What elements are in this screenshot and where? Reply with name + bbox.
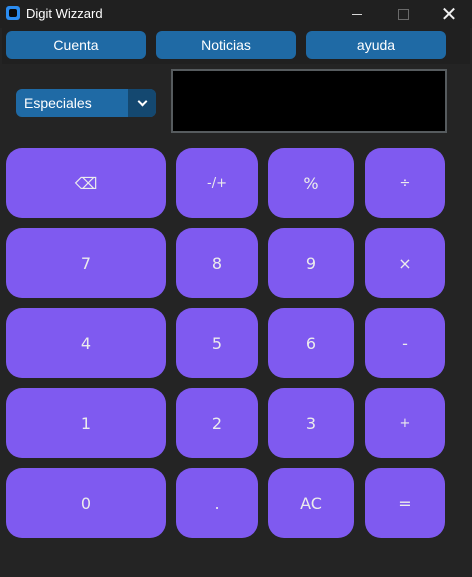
digit-6-key[interactable]: 6	[268, 308, 354, 378]
news-button[interactable]: Noticias	[156, 31, 296, 59]
app-icon	[6, 6, 20, 20]
chevron-down-icon	[137, 96, 147, 107]
minimize-button[interactable]	[334, 0, 380, 28]
digit-7-key[interactable]: 7	[6, 228, 166, 298]
minus-key[interactable]: -	[365, 308, 445, 378]
digit-9-key[interactable]: 9	[268, 228, 354, 298]
close-button[interactable]: ✕	[426, 0, 472, 28]
clear-key[interactable]: AC	[268, 468, 354, 538]
app-content: Cuenta Noticias ayuda Especiales ⌫ -/+ %…	[0, 28, 472, 577]
digit-1-key[interactable]: 1	[6, 388, 166, 458]
minimize-icon	[352, 13, 362, 15]
plus-key[interactable]: +	[365, 388, 445, 458]
digit-0-key[interactable]: 0	[6, 468, 166, 538]
maximize-button[interactable]	[380, 0, 426, 28]
percent-key[interactable]: %	[268, 148, 354, 218]
title-bar: Digit Wizzard ✕	[0, 0, 472, 28]
dropdown-arrow-button[interactable]	[128, 89, 156, 117]
mode-dropdown[interactable]: Especiales	[16, 89, 156, 117]
equals-key[interactable]: =	[365, 468, 445, 538]
window-title: Digit Wizzard	[26, 6, 103, 21]
mode-dropdown-value: Especiales	[24, 95, 92, 111]
digit-8-key[interactable]: 8	[176, 228, 258, 298]
backspace-key[interactable]: ⌫	[6, 148, 166, 218]
help-button[interactable]: ayuda	[306, 31, 446, 59]
digit-2-key[interactable]: 2	[176, 388, 258, 458]
decimal-key[interactable]: .	[176, 468, 258, 538]
digit-5-key[interactable]: 5	[176, 308, 258, 378]
multiply-key[interactable]: ×	[365, 228, 445, 298]
result-display	[171, 69, 447, 133]
sign-toggle-key[interactable]: -/+	[176, 148, 258, 218]
digit-3-key[interactable]: 3	[268, 388, 354, 458]
account-button[interactable]: Cuenta	[6, 31, 146, 59]
close-icon: ✕	[440, 2, 458, 26]
divide-key[interactable]: ÷	[365, 148, 445, 218]
menu-bar: Cuenta Noticias ayuda	[2, 28, 470, 64]
maximize-icon	[397, 8, 409, 20]
digit-4-key[interactable]: 4	[6, 308, 166, 378]
